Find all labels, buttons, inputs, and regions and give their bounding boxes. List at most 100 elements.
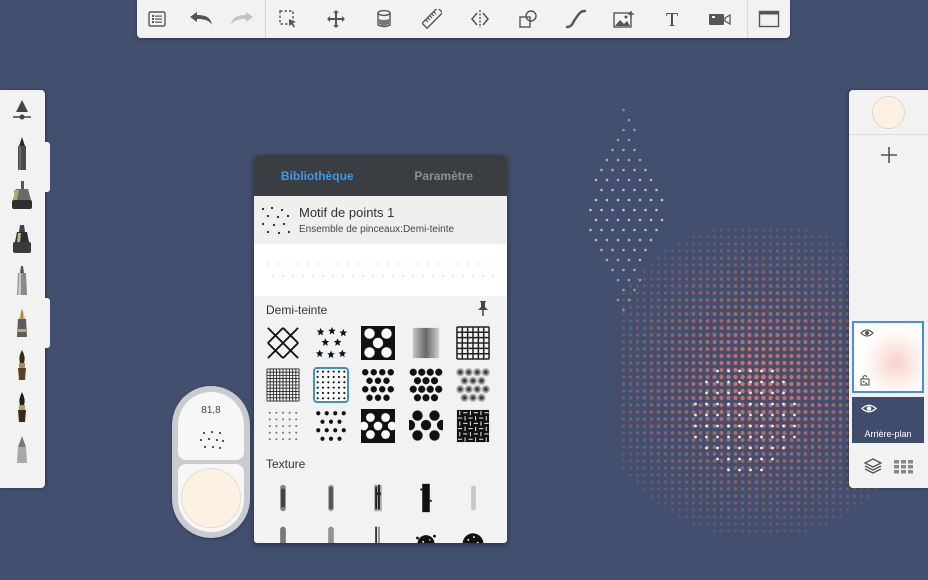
halftone-dot bbox=[775, 430, 780, 436]
texture-brush-smudge-3[interactable] bbox=[265, 520, 301, 543]
halftone-dot bbox=[845, 494, 850, 498]
redo-icon[interactable] bbox=[223, 0, 263, 38]
halftone-dot bbox=[705, 431, 710, 435]
pencil-icon[interactable] bbox=[6, 136, 38, 170]
halftone-dot bbox=[810, 494, 815, 498]
brush-settings-icon[interactable] bbox=[6, 94, 38, 128]
halftone-dot bbox=[628, 438, 633, 442]
halftone-dot bbox=[712, 353, 717, 359]
texture-brush-rough-1[interactable] bbox=[408, 480, 444, 516]
image-icon[interactable] bbox=[604, 0, 644, 38]
halftone-dot bbox=[719, 242, 724, 246]
texture-brush-splatter[interactable] bbox=[408, 520, 444, 543]
halftone-dot bbox=[740, 416, 745, 422]
current-color-swatch[interactable] bbox=[872, 96, 905, 129]
halftone-dot bbox=[660, 198, 664, 202]
texture-brush-smudge-4[interactable] bbox=[313, 520, 349, 543]
texture-brush-faint-1[interactable] bbox=[455, 480, 491, 516]
transform-icon[interactable] bbox=[316, 0, 356, 38]
texture-brush-chalk-2[interactable] bbox=[360, 520, 396, 543]
brush-bar-handle[interactable] bbox=[44, 298, 50, 348]
ink-brush-icon[interactable] bbox=[6, 390, 38, 424]
texture-brush-smudge-1[interactable] bbox=[265, 480, 301, 516]
halftone-dot bbox=[747, 353, 752, 359]
texture-brush-chalk-1[interactable] bbox=[360, 480, 396, 516]
eye-icon[interactable] bbox=[860, 328, 874, 338]
halftone-brush-soft-squares[interactable] bbox=[408, 325, 444, 361]
halftone-brush-bold-dots[interactable] bbox=[313, 408, 349, 444]
halftone-dot bbox=[635, 424, 640, 428]
halftone-dot bbox=[635, 452, 640, 456]
halftone-dot bbox=[656, 326, 661, 330]
halftone-dot bbox=[796, 256, 801, 260]
tab-settings[interactable]: Paramètre bbox=[381, 155, 508, 196]
halftone-dot bbox=[670, 389, 675, 393]
brush-size-slider[interactable]: 81,8 bbox=[178, 392, 244, 460]
halftone-brush-soft-dots[interactable] bbox=[455, 367, 491, 403]
halftone-dot bbox=[768, 374, 773, 380]
background-layer[interactable]: Arrière-plan bbox=[852, 397, 924, 443]
halftone-brush-fine-grid[interactable] bbox=[265, 367, 301, 403]
halftone-dot bbox=[726, 501, 731, 505]
halftone-brush-stars[interactable] bbox=[313, 325, 349, 361]
halftone-dot bbox=[775, 487, 780, 491]
bucket-icon[interactable] bbox=[364, 0, 404, 38]
halftone-brush-round-dots[interactable] bbox=[408, 408, 444, 444]
tab-library[interactable]: Bibliothèque bbox=[254, 155, 381, 196]
shapes-icon[interactable] bbox=[508, 0, 548, 38]
halftone-brush-cross-lines[interactable] bbox=[265, 325, 301, 361]
halftone-dot bbox=[775, 374, 780, 380]
list-icon[interactable] bbox=[137, 0, 177, 38]
grid-view-icon[interactable] bbox=[894, 460, 914, 474]
undo-icon[interactable] bbox=[180, 0, 220, 38]
halftone-brush-hexagons[interactable] bbox=[360, 325, 396, 361]
brush-opacity-slider[interactable] bbox=[178, 464, 244, 532]
pin-icon[interactable] bbox=[476, 300, 490, 316]
halftone-brush-dots-medium[interactable] bbox=[408, 367, 444, 403]
halftone-dot bbox=[726, 298, 731, 302]
marker-icon[interactable] bbox=[6, 222, 38, 256]
brush-bar-handle[interactable] bbox=[44, 142, 50, 192]
select-icon[interactable] bbox=[268, 0, 308, 38]
halftone-dot bbox=[649, 368, 654, 372]
layers-icon[interactable] bbox=[864, 458, 882, 474]
paintbrush-icon[interactable] bbox=[6, 348, 38, 382]
text-icon[interactable]: T bbox=[652, 0, 692, 38]
texture-brush-smudge-2[interactable] bbox=[313, 480, 349, 516]
halftone-dot bbox=[677, 431, 682, 435]
halftone-dot bbox=[775, 367, 780, 373]
halftone-dot bbox=[628, 445, 633, 449]
texture-brush-sponge[interactable] bbox=[455, 520, 491, 543]
halftone-brush-grid[interactable] bbox=[455, 325, 491, 361]
halftone-dot bbox=[621, 389, 626, 393]
video-icon[interactable] bbox=[700, 0, 740, 38]
symmetry-icon[interactable] bbox=[460, 0, 500, 38]
halftone-brush-small-dots[interactable] bbox=[265, 408, 301, 444]
add-layer-button[interactable] bbox=[849, 134, 928, 174]
halftone-brush-dots-sparse[interactable] bbox=[312, 366, 349, 403]
airbrush-icon[interactable] bbox=[6, 178, 38, 212]
halftone-dot bbox=[782, 339, 787, 345]
halftone-dot bbox=[824, 326, 829, 330]
curve-icon[interactable] bbox=[556, 0, 596, 38]
halftone-dot bbox=[810, 347, 815, 351]
halftone-brush-dots-large[interactable] bbox=[360, 367, 396, 403]
eye-icon[interactable] bbox=[861, 403, 877, 414]
preview-dot bbox=[462, 275, 464, 277]
fullscreen-icon[interactable] bbox=[749, 0, 789, 38]
halftone-dot bbox=[726, 487, 731, 491]
ruler-icon[interactable] bbox=[412, 0, 452, 38]
halftone-dot bbox=[733, 256, 738, 260]
halftone-dot bbox=[761, 416, 766, 422]
halftone-dot bbox=[655, 188, 658, 192]
layer-thumbnail[interactable] bbox=[852, 321, 924, 393]
lock-icon[interactable] bbox=[860, 374, 870, 386]
eraser-icon[interactable] bbox=[6, 432, 38, 466]
halftone-brush-weave[interactable] bbox=[455, 408, 491, 444]
halftone-brush-black-hex[interactable] bbox=[360, 408, 396, 444]
felt-pen-icon[interactable] bbox=[6, 264, 38, 298]
fountain-pen-icon[interactable] bbox=[6, 306, 38, 340]
halftone-dot bbox=[726, 402, 731, 408]
halftone-dot bbox=[810, 360, 815, 366]
halftone-dot bbox=[838, 319, 843, 323]
